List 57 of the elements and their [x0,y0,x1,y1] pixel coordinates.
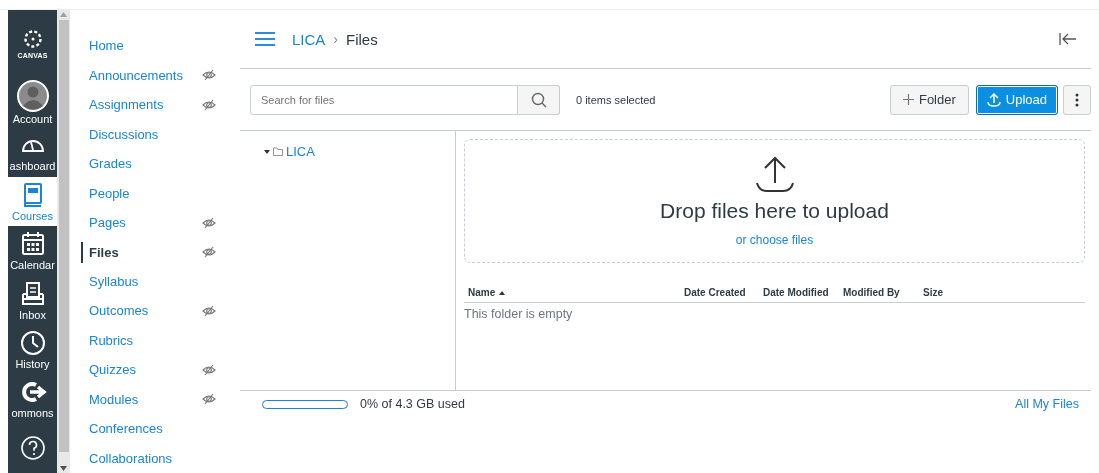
scroll-down-icon [60,466,67,471]
upload-button[interactable]: Upload [975,84,1058,115]
breadcrumb-link[interactable]: LICA [292,30,326,48]
drop-zone[interactable]: Drop files here to upload or choose files [464,139,1085,263]
search-icon [530,91,547,108]
course-nav-link[interactable]: Rubrics [81,329,134,351]
course-nav-link[interactable]: Conferences [81,418,163,440]
course-nav-link[interactable]: Collaborations [81,447,173,469]
plus-icon [902,94,914,105]
course-nav-link[interactable]: Grades [81,153,132,175]
global-nav-item[interactable]: Account [8,77,57,128]
avatar-icon [16,80,49,112]
new-folder-button[interactable]: Folder [889,84,969,115]
empty-message: This folder is empty [464,306,574,321]
course-nav-link[interactable]: Syllabus [81,271,139,292]
course-nav-link[interactable]: Announcements [81,64,183,86]
upload-icon [754,155,795,193]
global-nav-item[interactable]: Calendar [8,226,57,276]
column-header[interactable]: Name [468,287,684,298]
column-header[interactable]: Date Modified [763,287,843,298]
logo-icon [22,28,43,49]
course-nav-link[interactable]: Quizzes [81,359,136,381]
column-header[interactable]: Size [923,287,943,298]
course-nav-link[interactable]: Assignments [81,94,164,116]
folder-icon [273,147,283,156]
folder-link[interactable]: LICA [286,144,315,159]
help-icon [18,434,47,463]
course-nav-link[interactable]: Files [81,241,119,263]
global-nav-item[interactable]: ommons [8,374,57,424]
global-nav-item[interactable]: Courses [8,176,57,226]
global-nav-item[interactable]: Inbox [8,275,57,325]
drop-title: Drop files here to upload [660,199,889,223]
collapse-icon[interactable] [1059,32,1077,46]
all-files-link[interactable]: All My Files [1015,397,1079,411]
global-nav-item[interactable]: ashboard [8,127,57,177]
more-icon [1075,92,1079,107]
search-button[interactable] [518,84,560,115]
course-nav-link[interactable]: Home [81,35,124,57]
breadcrumb-current: Files [346,30,378,48]
breadcrumb-separator: › [333,31,339,47]
clock-icon [18,329,47,358]
course-nav-link[interactable]: People [81,182,130,204]
course-nav-link[interactable]: Modules [81,388,139,410]
course-nav-link[interactable]: Pages [81,212,126,234]
course-nav-link[interactable]: Discussions [81,123,159,145]
menu-icon[interactable] [254,31,276,47]
column-header[interactable]: Date Created [684,287,763,298]
scrollbar-thumb[interactable] [58,20,69,452]
course-nav-link[interactable]: Outcomes [81,300,149,322]
column-header[interactable]: Modified By [843,287,923,298]
selection-count: 0 items selected [576,93,656,106]
choose-files-link[interactable]: or choose files [735,233,814,247]
search-field[interactable]: Search for files [250,84,518,115]
global-nav-item[interactable]: History [8,324,57,375]
usage-text: 0% of 4.3 GB used [360,397,465,411]
scroll-up-icon [60,12,67,17]
upload-icon [986,92,1001,107]
